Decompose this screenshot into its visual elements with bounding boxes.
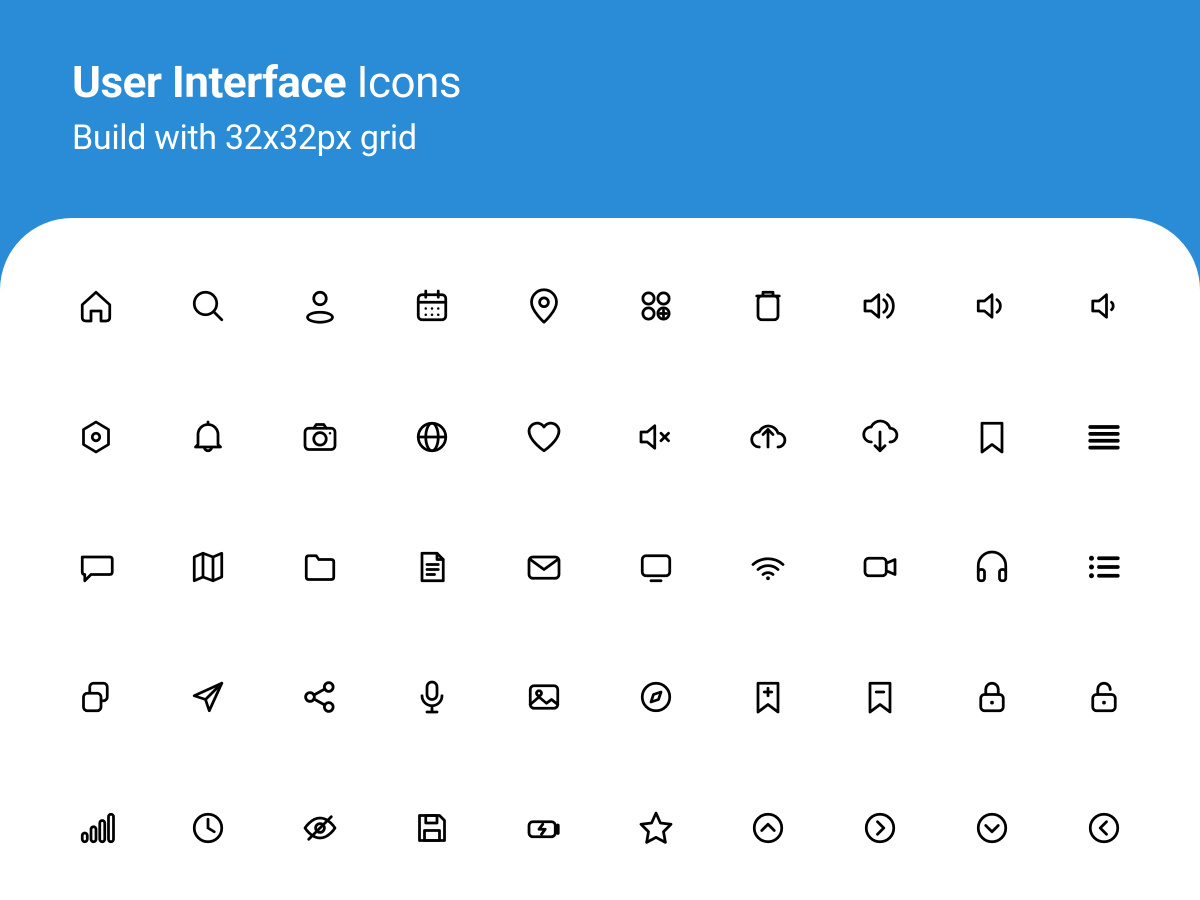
battery-charging-icon <box>522 806 566 850</box>
calendar-icon <box>410 284 454 328</box>
unlock-icon <box>1082 675 1126 719</box>
monitor-icon <box>634 545 678 589</box>
headphones-icon <box>970 545 1014 589</box>
microphone-icon <box>410 675 454 719</box>
map-icon <box>186 545 230 589</box>
bookmark-add-icon <box>746 675 790 719</box>
wifi-icon <box>746 545 790 589</box>
signal-bars-icon <box>74 806 118 850</box>
chevron-down-circle-icon <box>970 806 1014 850</box>
share-icon <box>298 675 342 719</box>
clock-icon <box>186 806 230 850</box>
star-icon <box>634 806 678 850</box>
save-icon <box>410 806 454 850</box>
trash-icon <box>746 284 790 328</box>
page-title: User Interface Icons <box>72 56 1128 108</box>
list-bullets-icon <box>1082 545 1126 589</box>
search-icon <box>186 284 230 328</box>
apps-add-icon <box>634 284 678 328</box>
camera-icon <box>298 415 342 459</box>
title-bold: User Interface <box>72 56 346 108</box>
home-icon <box>74 284 118 328</box>
chevron-right-circle-icon <box>858 806 902 850</box>
copy-icon <box>74 675 118 719</box>
icon-panel <box>0 218 1200 900</box>
document-icon <box>410 545 454 589</box>
volume-low-icon <box>1082 284 1126 328</box>
menu-lines-icon <box>1082 415 1126 459</box>
icon-grid <box>70 274 1130 860</box>
cloud-upload-icon <box>746 415 790 459</box>
volume-medium-icon <box>970 284 1014 328</box>
bookmark-icon <box>970 415 1014 459</box>
folder-icon <box>298 545 342 589</box>
mail-icon <box>522 545 566 589</box>
location-pin-icon <box>522 284 566 328</box>
video-camera-icon <box>858 545 902 589</box>
globe-icon <box>410 415 454 459</box>
user-icon <box>298 284 342 328</box>
image-icon <box>522 675 566 719</box>
volume-high-icon <box>858 284 902 328</box>
eye-off-icon <box>298 806 342 850</box>
bell-icon <box>186 415 230 459</box>
page-subtitle: Build with 32x32px grid <box>72 118 1128 158</box>
chevron-up-circle-icon <box>746 806 790 850</box>
cloud-download-icon <box>858 415 902 459</box>
header: User Interface Icons Build with 32x32px … <box>0 0 1200 158</box>
volume-mute-icon <box>634 415 678 459</box>
settings-hex-icon <box>74 415 118 459</box>
chat-icon <box>74 545 118 589</box>
bookmark-remove-icon <box>858 675 902 719</box>
send-icon <box>186 675 230 719</box>
compass-icon <box>634 675 678 719</box>
chevron-left-circle-icon <box>1082 806 1126 850</box>
lock-icon <box>970 675 1014 719</box>
heart-icon <box>522 415 566 459</box>
title-light: Icons <box>346 56 461 108</box>
